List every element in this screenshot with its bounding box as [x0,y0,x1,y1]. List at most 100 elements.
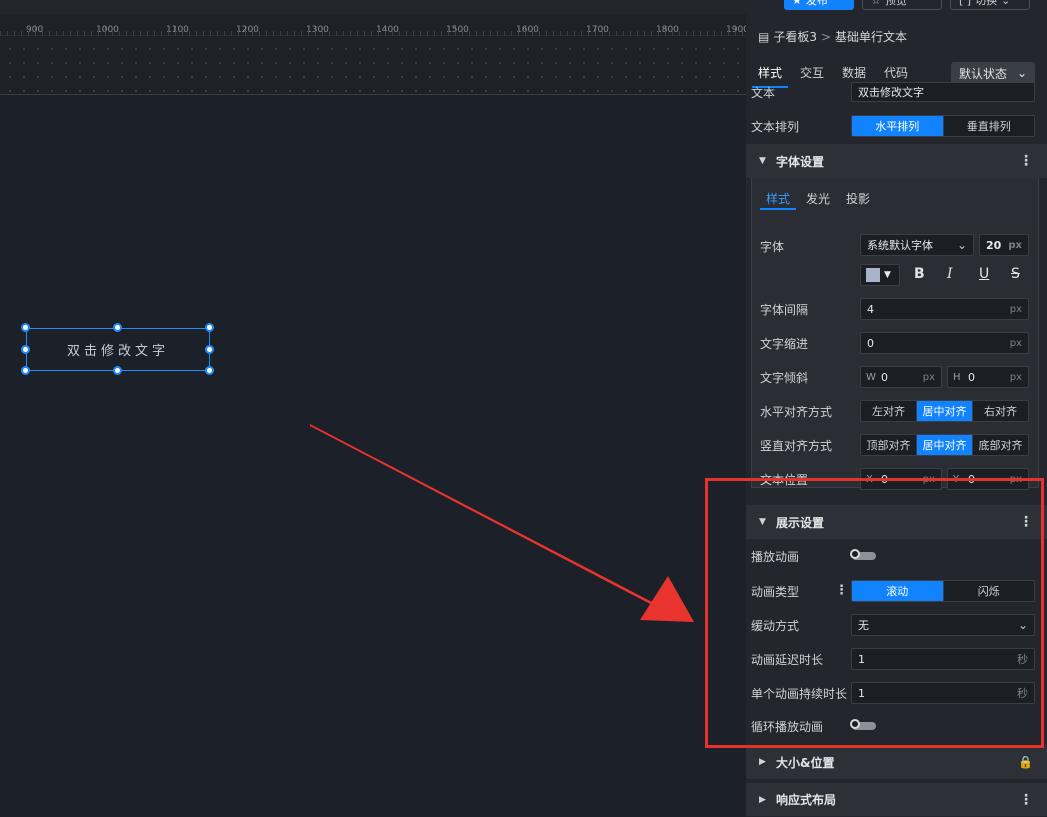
font-color-picker[interactable]: ▼ [860,264,900,286]
bracket-icon: [ ] [959,0,972,7]
skew-h-prefix: H [953,371,961,383]
font-size-unit: px [1008,239,1022,251]
letter-spacing-unit: px [1009,303,1022,315]
responsive-layout-title: 响应式布局 [776,793,837,807]
state-select-value: 默认状态 [959,66,1008,81]
chevron-down-icon: ⌄ [956,238,967,252]
ruler-tick-label: 1000 [96,25,119,35]
app-root: ★ 发布 ☆ 预览 [ ] 切换 ⌄ 900 1000 1100 1200 1300 1400 15… [0,0,1047,817]
breadcrumb-separator: > [820,29,832,44]
design-canvas[interactable] [0,96,746,817]
preview-button[interactable]: ☆ 预览 [862,0,942,10]
v-align-center-button[interactable]: 居中对齐 [917,435,973,455]
caret-right-icon: ▶ [759,757,766,767]
v-align-toggle: 顶部对齐 居中对齐 底部对齐 [860,434,1029,456]
ruler-tick-label: 1700 [586,25,609,35]
breadcrumb-current: 基础单行文本 [835,30,908,44]
ruler-tick-label: 1600 [516,25,539,35]
font-label: 字体 [760,240,785,254]
font-size-input[interactable]: 20 px [979,234,1029,256]
more-vertical-icon[interactable]: ⋮ [1019,153,1033,169]
text-label: 文本 [751,86,776,100]
caret-down-icon: ▼ [759,156,766,166]
letter-spacing-value: 4 [867,302,874,316]
font-settings-header[interactable]: ▼ 字体设置 ⋮ [746,144,1047,178]
switch-button[interactable]: [ ] 切换 ⌄ [950,0,1030,10]
v-align-top-button[interactable]: 顶部对齐 [861,435,917,455]
ruler-tick-label: 1200 [236,25,259,35]
annotation-highlight-box [705,478,1044,748]
grid-dots [0,36,746,94]
ruler-tick-label: 1900 [726,25,746,35]
font-size-value: 20 [986,238,1002,252]
italic-button[interactable]: I [947,266,953,282]
resize-handle-tm[interactable] [113,323,122,332]
responsive-layout-header[interactable]: ▶ 响应式布局 ⋮ [746,782,1047,816]
font-family-select[interactable]: 系统默认字体 ⌄ [860,234,974,256]
letter-spacing-input[interactable]: 4 px [860,298,1029,320]
ruler-tick-label: 1500 [446,25,469,35]
underline-button[interactable]: U [979,266,989,282]
bold-button[interactable]: B [914,266,925,282]
horizontal-ruler[interactable]: 900 1000 1100 1200 1300 1400 1500 1600 1700 1800 1… [0,14,746,95]
h-align-toggle: 左对齐 居中对齐 右对齐 [860,400,1029,422]
font-settings-title: 字体设置 [776,154,825,169]
more-vertical-icon[interactable]: ⋮ [1019,792,1033,808]
text-layout-label: 文本排列 [751,119,800,134]
size-position-title: 大小&位置 [776,755,835,770]
caret-right-icon: ▶ [759,794,766,805]
skew-h-input[interactable]: H 0 px [947,366,1029,388]
text-row: 文本 双击修改文字 [746,82,1047,108]
text-layout-row: 文本排列 水平排列 垂直排列 [746,112,1047,140]
v-align-label: 竖直对齐方式 [760,439,833,453]
breadcrumb: ▤ 子看板3 > 基础单行文本 [758,28,907,45]
skew-label: 文字倾斜 [760,371,809,385]
subtab-shadow[interactable]: 投影 [840,188,876,210]
publish-button[interactable]: ★ 发布 [784,0,854,10]
skew-w-value: 0 [881,370,888,384]
h-align-center-button[interactable]: 居中对齐 [917,401,973,421]
text-layout-toggle: 水平排列 垂直排列 [851,115,1035,137]
star-icon: ★ [792,0,802,7]
text-widget[interactable]: 双击修改文字 [26,328,210,371]
lock-icon[interactable]: 🔒 [1018,755,1033,769]
widget-text: 双击修改文字 [66,344,169,359]
size-position-header[interactable]: ▶ 大小&位置 🔒 [746,745,1047,779]
font-subtabs: 样式 发光 投影 [760,188,876,210]
h-align-right-button[interactable]: 右对齐 [973,401,1028,421]
tab-interaction[interactable]: 交互 [794,58,830,88]
subtab-style[interactable]: 样式 [760,188,797,210]
font-family-value: 系统默认字体 [867,239,933,252]
layout-horizontal-button[interactable]: 水平排列 [852,116,944,136]
skew-w-prefix: W [866,371,876,383]
skew-h-value: 0 [968,370,975,384]
chevron-down-icon: ⌄ [1016,66,1027,80]
chevron-down-icon: ⌄ [1001,0,1011,7]
indent-unit: px [1009,337,1022,349]
font-settings-body: 样式 发光 投影 字体 系统默认字体 ⌄ 20 px ▼ B I U S 字体间… [751,178,1039,490]
ruler-tick-label: 1400 [376,25,399,35]
state-select[interactable]: 默认状态 ⌄ [951,62,1035,84]
breadcrumb-parent[interactable]: 子看板3 [773,28,817,45]
v-align-bottom-button[interactable]: 底部对齐 [973,435,1028,455]
indent-input[interactable]: 0 px [860,332,1029,354]
resize-handle-tr[interactable] [205,323,214,332]
ruler-tick-label: 1300 [306,25,329,35]
skew-h-unit: px [1009,371,1022,383]
strikethrough-button[interactable]: S [1011,266,1020,282]
ruler-tick-label: 1800 [656,25,679,35]
ruler-ticks: 900 1000 1100 1200 1300 1400 1500 1600 1700 1800 1… [0,14,746,36]
resize-handle-bm[interactable] [113,366,122,375]
resize-handle-bl[interactable] [21,366,30,375]
h-align-left-button[interactable]: 左对齐 [861,401,917,421]
resize-handle-ml[interactable] [21,345,30,354]
indent-value: 0 [867,336,874,350]
subtab-glow[interactable]: 发光 [800,188,836,210]
layout-vertical-button[interactable]: 垂直排列 [943,116,1034,136]
top-toolbar: ★ 发布 ☆ 预览 [ ] 切换 ⌄ [0,0,1047,14]
resize-handle-tl[interactable] [21,323,30,332]
text-input[interactable]: 双击修改文字 [851,82,1035,102]
skew-w-input[interactable]: W 0 px [860,366,942,388]
resize-handle-br[interactable] [205,366,214,375]
resize-handle-mr[interactable] [205,345,214,354]
